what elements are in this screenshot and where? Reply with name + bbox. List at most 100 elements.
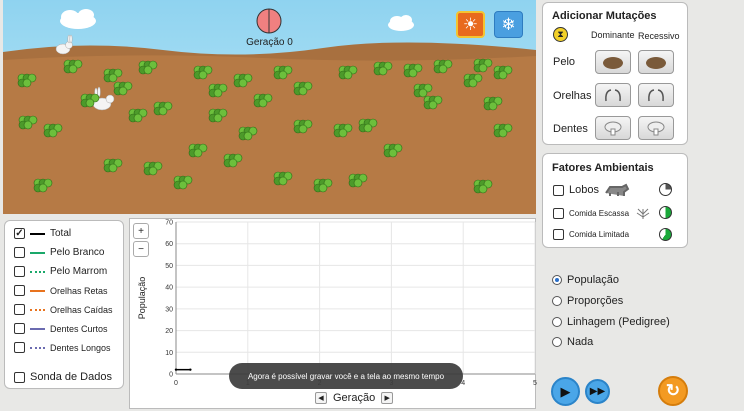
- legend-item[interactable]: Orelhas Caídas: [14, 304, 113, 315]
- x-tick-label: 0: [174, 380, 178, 387]
- wolves-checkbox[interactable]: [553, 184, 564, 196]
- y-tick-label: 10: [165, 350, 173, 357]
- legend-item[interactable]: Dentes Longos: [14, 342, 111, 353]
- limited-food-timer-icon: [659, 228, 672, 241]
- view-option-label: Linhagem (Pedigree): [567, 316, 670, 328]
- floppy-ears-icon: [648, 89, 664, 102]
- snow-button[interactable]: ❄: [494, 11, 523, 38]
- snowflake-icon: ❄: [501, 14, 516, 34]
- view-proportions-radio[interactable]: Proporções: [552, 295, 623, 307]
- tough-food-timer-icon: [659, 206, 672, 219]
- y-tick-label: 70: [165, 220, 173, 227]
- wolves-timer-icon: [659, 183, 672, 196]
- radio-button[interactable]: [552, 317, 562, 327]
- legend-label: Orelhas Caídas: [50, 304, 113, 315]
- teeth-label: Dentes: [553, 123, 588, 135]
- legend-swatch: [30, 289, 45, 292]
- wolf-icon: [605, 183, 630, 196]
- hourglass-icon: ⧗: [553, 27, 568, 42]
- legend-item[interactable]: Pelo Marrom: [14, 266, 107, 277]
- generation-label: Geração 0: [246, 37, 293, 48]
- limited-food-label: Comida Limitada: [569, 230, 630, 239]
- ears-recessive-button[interactable]: [638, 83, 674, 107]
- legend-label: Dentes Longos: [50, 342, 111, 353]
- legend-checkbox[interactable]: [14, 323, 25, 334]
- y-tick-label: 0: [169, 372, 173, 379]
- view-population-radio[interactable]: População: [552, 274, 619, 286]
- teeth-recessive-button[interactable]: [638, 116, 674, 140]
- legend-checkbox[interactable]: ✓: [14, 228, 25, 239]
- tough-food-label: Comida Escassa: [569, 208, 630, 218]
- fur-label: Pelo: [553, 56, 576, 68]
- next-generation-button[interactable]: ▶: [381, 392, 394, 404]
- legend-panel: ✓ Total Pelo Branco Pelo Marrom Orelhas Reta…: [4, 220, 124, 389]
- legend-checkbox[interactable]: [14, 342, 25, 353]
- legend-swatch: [30, 346, 45, 349]
- environment-panel: Fatores Ambientais Lobos Comida Escassa …: [542, 153, 688, 248]
- y-tick-label: 40: [165, 285, 173, 292]
- legend-label: Total: [50, 228, 72, 239]
- mutations-panel: Adicionar Mutações ⧗ Dominante Recessivo…: [542, 2, 688, 145]
- legend-checkbox[interactable]: [14, 266, 25, 277]
- step-forward-button[interactable]: ▶▶: [585, 379, 610, 404]
- tough-plant-icon: [636, 208, 650, 219]
- legend-label: Pelo Branco: [50, 247, 105, 258]
- view-none-radio[interactable]: Nada: [552, 336, 593, 348]
- brown-bunny-icon: [646, 57, 666, 69]
- wolves-label: Lobos: [569, 184, 599, 196]
- teeth-icon: [647, 121, 665, 136]
- teeth-icon: [604, 121, 622, 136]
- radio-button[interactable]: [552, 296, 562, 306]
- y-tick-label: 20: [165, 328, 173, 335]
- radio-button[interactable]: [552, 337, 562, 347]
- limited-food-row[interactable]: Comida Limitada: [553, 229, 629, 240]
- x-axis-label: Geração: [333, 392, 376, 404]
- x-axis-controls: ◀ Geração ▶: [315, 392, 394, 404]
- limited-food-checkbox[interactable]: [553, 229, 564, 240]
- data-probe-checkbox[interactable]: [14, 371, 25, 383]
- sun-icon: ☀: [462, 14, 479, 34]
- y-axis-label: População: [137, 277, 147, 320]
- reset-icon: ↻: [665, 381, 681, 400]
- view-option-label: Nada: [567, 336, 594, 348]
- data-probe-row[interactable]: Sonda de Dados: [14, 371, 112, 383]
- fur-recessive-button[interactable]: [638, 50, 674, 74]
- legend-swatch: [30, 327, 45, 330]
- legend-item[interactable]: Orelhas Retas: [14, 285, 108, 296]
- legend-checkbox[interactable]: [14, 285, 25, 296]
- wolves-row[interactable]: Lobos: [553, 183, 630, 197]
- data-probe-label: Sonda de Dados: [30, 371, 112, 383]
- view-option-label: População: [567, 274, 619, 286]
- y-tick-label: 60: [165, 241, 173, 248]
- environment-title: Fatores Ambientais: [552, 162, 654, 174]
- fast-forward-icon: ▶▶: [589, 386, 606, 397]
- data-point: [174, 368, 178, 371]
- fur-dominant-button[interactable]: [595, 50, 631, 74]
- view-option-label: Proporções: [567, 295, 624, 307]
- tough-food-row[interactable]: Comida Escassa: [553, 206, 652, 220]
- legend-item[interactable]: Pelo Branco: [14, 247, 104, 258]
- prev-generation-button[interactable]: ◀: [315, 392, 327, 404]
- legend-label: Dentes Curtos: [50, 323, 108, 334]
- legend-item[interactable]: Dentes Curtos: [14, 323, 108, 334]
- tough-food-checkbox[interactable]: [553, 207, 564, 219]
- reset-button[interactable]: ↻: [658, 376, 688, 406]
- floppy-ears-icon: [605, 89, 621, 102]
- sun-button[interactable]: ☀: [456, 11, 485, 38]
- legend-swatch: [30, 270, 45, 273]
- play-button[interactable]: ▶: [551, 377, 580, 406]
- radio-button[interactable]: [552, 275, 562, 285]
- ears-dominant-button[interactable]: [595, 83, 631, 107]
- legend-swatch: [30, 251, 45, 254]
- legend-label: Orelhas Retas: [50, 285, 108, 296]
- legend-item[interactable]: ✓ Total: [14, 228, 71, 239]
- teeth-dominant-button[interactable]: [595, 116, 631, 140]
- recessive-label: Recessivo: [638, 31, 680, 41]
- legend-checkbox[interactable]: [14, 304, 25, 315]
- legend-checkbox[interactable]: [14, 247, 25, 258]
- view-pedigree-radio[interactable]: Linhagem (Pedigree): [552, 316, 670, 328]
- legend-swatch: [30, 308, 45, 311]
- mutations-title: Adicionar Mutações: [552, 10, 657, 22]
- y-tick-label: 50: [165, 263, 173, 270]
- data-point: [189, 368, 192, 371]
